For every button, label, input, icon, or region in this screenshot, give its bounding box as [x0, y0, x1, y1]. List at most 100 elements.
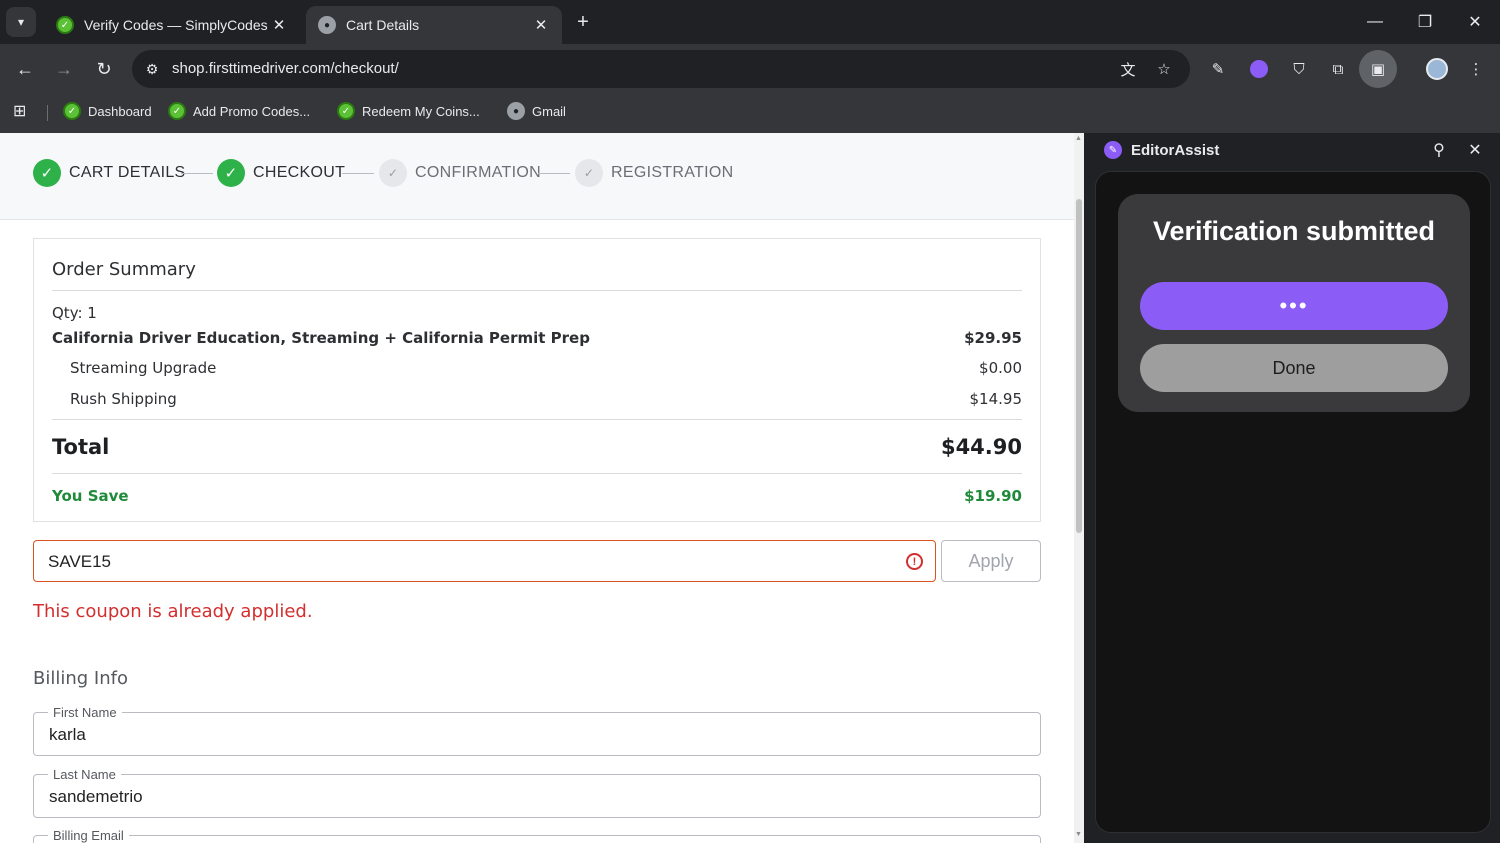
step-registration: ✓ REGISTRATION	[575, 159, 733, 187]
simplycodes-icon: ✓	[56, 16, 74, 34]
step-connector	[538, 173, 570, 174]
extension-wand-icon[interactable]: ✎	[1205, 56, 1231, 82]
close-tab-icon[interactable]: ✕	[532, 16, 550, 34]
first-name-field[interactable]: First Name karla	[33, 705, 1041, 756]
apps-grid-icon[interactable]: ⊞	[13, 101, 26, 121]
extension-panel: Verification submitted ••• Done	[1095, 171, 1491, 833]
checkout-stepper: ✓ CART DETAILS ✓ CHECKOUT ✓ CONFIRMATION…	[0, 133, 1074, 220]
step-label: CONFIRMATION	[415, 164, 541, 181]
you-save-value: $19.90	[964, 487, 1022, 505]
addon-price: $14.95	[969, 390, 1023, 408]
addon-name: Streaming Upgrade	[70, 359, 217, 377]
apply-coupon-button[interactable]: Apply	[941, 540, 1041, 582]
bookmark-redeem-coins[interactable]: ✓ Redeem My Coins...	[337, 102, 480, 120]
coupon-value[interactable]: SAVE15	[48, 552, 111, 572]
scroll-up-icon[interactable]: ▲	[1075, 135, 1082, 142]
bookmark-dashboard[interactable]: ✓ Dashboard	[63, 102, 152, 120]
new-tab-button[interactable]: +	[570, 10, 596, 36]
product-price: $29.95	[964, 329, 1022, 347]
side-panel-icon[interactable]: ▣	[1359, 50, 1397, 88]
tab-title: Cart Details	[346, 17, 420, 33]
reload-button[interactable]: ↻	[89, 54, 119, 84]
simplycodes-icon: ✓	[168, 102, 186, 120]
tab-strip: ▾ ✓ Verify Codes — SimplyCodes ✕ ● Cart …	[0, 0, 1500, 44]
bookmark-divider	[47, 105, 48, 121]
addon-name: Rush Shipping	[70, 390, 177, 408]
billing-email-field[interactable]: Billing Email	[33, 828, 1041, 843]
tab-verify-codes[interactable]: ✓ Verify Codes — SimplyCodes ✕	[44, 6, 300, 44]
addon-price: $0.00	[979, 359, 1022, 377]
checkout-page: ✓ CART DETAILS ✓ CHECKOUT ✓ CONFIRMATION…	[0, 133, 1084, 843]
star-icon[interactable]: ☆	[1152, 58, 1176, 80]
bookmark-label: Add Promo Codes...	[193, 103, 311, 119]
toolbar: ← → ↻ ⚙ shop.firsttimedriver.com/checkou…	[0, 44, 1500, 94]
qty-row: Qty: 1	[52, 304, 1022, 322]
arrow-left-icon: ←	[16, 58, 34, 79]
field-label: First Name	[48, 705, 122, 720]
address-bar[interactable]: ⚙ shop.firsttimedriver.com/checkout/ 文 ☆	[132, 50, 1190, 88]
billing-info-heading: Billing Info	[33, 668, 128, 689]
step-label: CHECKOUT	[253, 164, 346, 181]
check-icon: ✓	[575, 159, 603, 187]
divider	[52, 473, 1022, 474]
scroll-down-icon[interactable]: ▼	[1075, 831, 1082, 838]
you-save-label: You Save	[52, 487, 129, 505]
bookmarks-bar: ⊞ ✓ Dashboard ✓ Add Promo Codes... ✓ Red…	[0, 94, 1500, 133]
field-value[interactable]: sandemetrio	[49, 787, 143, 807]
order-summary-title: Order Summary	[52, 259, 196, 280]
globe-icon: ●	[507, 102, 525, 120]
unpin-icon[interactable]: ⚲	[1428, 139, 1450, 161]
check-icon: ✓	[33, 159, 61, 187]
simplycodes-icon: ✓	[63, 102, 81, 120]
addon-row: Streaming Upgrade $0.00	[52, 359, 1022, 377]
chevron-down-icon: ▾	[17, 15, 25, 29]
side-panel-header: ✎ EditorAssist	[1104, 141, 1219, 159]
coupon-error-message: This coupon is already applied.	[33, 601, 313, 622]
total-label: Total	[52, 435, 110, 459]
bookmark-gmail[interactable]: ● Gmail	[507, 102, 566, 120]
step-label: CART DETAILS	[69, 164, 186, 181]
close-icon[interactable]: ✕	[1464, 139, 1486, 161]
restore-button[interactable]: ❐	[1400, 0, 1450, 44]
step-connector	[181, 173, 213, 174]
scrollbar-thumb[interactable]	[1076, 199, 1082, 533]
url-text[interactable]: shop.firsttimedriver.com/checkout/	[172, 60, 399, 77]
editorassist-extension-icon[interactable]	[1246, 56, 1272, 82]
browser-chrome: ▾ ✓ Verify Codes — SimplyCodes ✕ ● Cart …	[0, 0, 1500, 133]
close-window-button[interactable]: ✕	[1450, 0, 1500, 44]
done-button[interactable]: Done	[1140, 344, 1448, 392]
last-name-field[interactable]: Last Name sandemetrio	[33, 767, 1041, 818]
divider	[52, 290, 1022, 291]
verification-card: Verification submitted ••• Done	[1118, 194, 1470, 412]
error-icon: !	[906, 553, 923, 570]
step-label: REGISTRATION	[611, 164, 734, 181]
tab-cart-details[interactable]: ● Cart Details ✕	[306, 6, 562, 44]
product-name: California Driver Education, Streaming +…	[52, 329, 590, 347]
more-menu-icon[interactable]: ⋮	[1463, 56, 1489, 82]
addon-row: Rush Shipping $14.95	[52, 390, 1022, 408]
shield-icon[interactable]: ⛉	[1286, 56, 1312, 82]
coupon-input[interactable]: SAVE15 !	[33, 540, 936, 582]
page-scrollbar[interactable]: ▲ ▼	[1074, 133, 1084, 843]
step-cart-details: ✓ CART DETAILS	[33, 159, 186, 187]
step-confirmation: ✓ CONFIRMATION	[379, 159, 541, 187]
step-checkout: ✓ CHECKOUT	[217, 159, 345, 187]
back-button[interactable]: ←	[10, 54, 40, 84]
site-settings-icon[interactable]: ⚙	[140, 57, 164, 81]
editorassist-logo-icon: ✎	[1104, 141, 1122, 159]
field-label: Billing Email	[48, 828, 129, 843]
translate-icon[interactable]: 文	[1116, 58, 1140, 80]
close-tab-icon[interactable]: ✕	[270, 16, 288, 34]
tab-search-button[interactable]: ▾	[6, 7, 36, 37]
forward-button[interactable]: →	[49, 54, 79, 84]
check-icon: ✓	[379, 159, 407, 187]
minimize-button[interactable]: —	[1350, 0, 1400, 44]
avatar[interactable]	[1424, 56, 1450, 82]
you-save-row: You Save $19.90	[52, 487, 1022, 505]
bookmark-add-promo-codes[interactable]: ✓ Add Promo Codes...	[168, 102, 310, 120]
loading-button[interactable]: •••	[1140, 282, 1448, 330]
total-row: Total $44.90	[52, 435, 1022, 459]
field-value[interactable]: karla	[49, 725, 86, 745]
puzzle-icon[interactable]: ⧉	[1325, 56, 1351, 82]
reload-icon: ↻	[96, 58, 112, 79]
